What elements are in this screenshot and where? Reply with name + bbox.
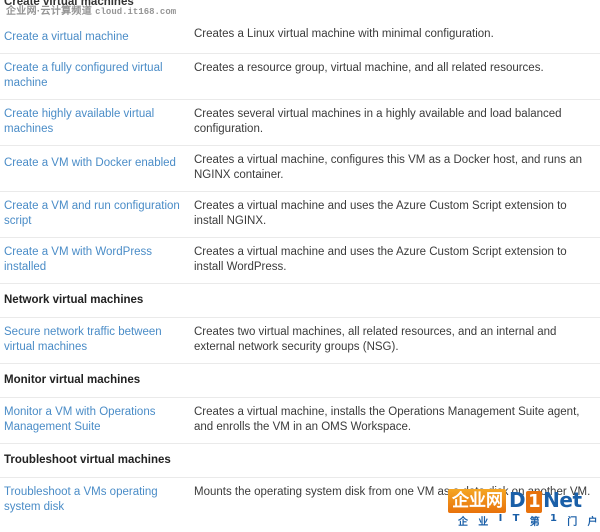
section-title: Troubleshoot virtual machines	[4, 454, 171, 466]
table-row: Monitor a VM with Operations Management …	[0, 397, 600, 444]
samples-table: Create a virtual machine Creates a Linux …	[0, 20, 600, 523]
sample-link-cell: Create a VM with Docker enabled	[0, 145, 190, 192]
sample-description: Creates a Linux virtual machine with min…	[194, 28, 494, 40]
sample-description: Creates several virtual machines in a hi…	[194, 108, 562, 135]
sample-link-cell: Create a virtual machine	[0, 20, 190, 54]
sample-description-cell: Creates a virtual machine and uses the A…	[190, 191, 600, 238]
sample-description: Creates two virtual machines, all relate…	[194, 326, 557, 353]
sample-link-cell: Secure network traffic between virtual m…	[0, 317, 190, 364]
section-header-cell: Troubleshoot virtual machines	[0, 443, 600, 478]
sample-description-cell: Mounts the operating system disk from on…	[190, 477, 600, 523]
top-watermark-label: 企业网·云计算频道	[6, 6, 93, 17]
table-row: Create a VM with WordPress installed Crea…	[0, 237, 600, 284]
clipped-section-heading: Create virtual machines	[4, 0, 134, 8]
sample-link[interactable]: Monitor a VM with Operations Management …	[4, 405, 182, 435]
section-header-row: Network virtual machines	[0, 283, 600, 318]
table-row: Create highly available virtual machines…	[0, 99, 600, 146]
sample-description-cell: Creates a resource group, virtual machin…	[190, 53, 600, 100]
sample-description: Creates a virtual machine and uses the A…	[194, 200, 567, 227]
section-title: Monitor virtual machines	[4, 374, 141, 386]
section-header-row: Monitor virtual machines	[0, 363, 600, 398]
sample-link[interactable]: Create a VM with WordPress installed	[4, 245, 182, 275]
sample-link-cell: Create highly available virtual machines	[0, 99, 190, 146]
sample-link-cell: Troubleshoot a VMs operating system disk	[0, 477, 190, 523]
sample-link[interactable]: Create a fully configured virtual machin…	[4, 61, 182, 91]
sample-link[interactable]: Create a VM and run configuration script	[4, 199, 182, 229]
sample-description-cell: Creates a virtual machine and uses the A…	[190, 237, 600, 284]
sample-link-cell: Create a VM and run configuration script	[0, 191, 190, 238]
documentation-table-page: Create virtual machines 企业网·云计算频道 cloud.…	[0, 0, 600, 532]
sample-description: Mounts the operating system disk from on…	[194, 486, 591, 498]
sample-link[interactable]: Create a VM with Docker enabled	[4, 156, 176, 171]
sample-description-cell: Creates a Linux virtual machine with min…	[190, 20, 600, 54]
section-title: Network virtual machines	[4, 294, 144, 306]
sample-description-cell: Creates two virtual machines, all relate…	[190, 317, 600, 364]
top-watermark-band: Create virtual machines 企业网·云计算频道 cloud.…	[0, 0, 600, 20]
sample-link-cell: Create a fully configured virtual machin…	[0, 53, 190, 100]
section-header-cell: Monitor virtual machines	[0, 363, 600, 398]
sample-description: Creates a virtual machine, installs the …	[194, 406, 580, 433]
table-row: Create a fully configured virtual machin…	[0, 53, 600, 100]
table-row: Create a VM and run configuration script…	[0, 191, 600, 238]
sample-description-cell: Creates several virtual machines in a hi…	[190, 99, 600, 146]
sample-link[interactable]: Create highly available virtual machines	[4, 107, 182, 137]
section-header-row: Troubleshoot virtual machines	[0, 443, 600, 478]
table-row: Create a virtual machine Creates a Linux …	[0, 20, 600, 54]
top-watermark-text: 企业网·云计算频道 cloud.it168.com	[6, 6, 176, 18]
sample-description: Creates a virtual machine, configures th…	[194, 154, 582, 181]
sample-description-cell: Creates a virtual machine, installs the …	[190, 397, 600, 444]
sample-description: Creates a virtual machine and uses the A…	[194, 246, 567, 273]
table-row: Create a VM with Docker enabled Creates a…	[0, 145, 600, 192]
sample-link[interactable]: Secure network traffic between virtual m…	[4, 325, 182, 355]
sample-link[interactable]: Troubleshoot a VMs operating system disk	[4, 485, 182, 515]
sample-link-cell: Create a VM with WordPress installed	[0, 237, 190, 284]
samples-table-body: Create a virtual machine Creates a Linux …	[0, 20, 600, 523]
table-row: Troubleshoot a VMs operating system disk…	[0, 477, 600, 523]
section-header-cell: Network virtual machines	[0, 283, 600, 318]
sample-description: Creates a resource group, virtual machin…	[194, 62, 544, 74]
sample-description-cell: Creates a virtual machine, configures th…	[190, 145, 600, 192]
top-watermark-url: cloud.it168.com	[95, 7, 177, 17]
table-row: Secure network traffic between virtual m…	[0, 317, 600, 364]
sample-link-cell: Monitor a VM with Operations Management …	[0, 397, 190, 444]
sample-link[interactable]: Create a virtual machine	[4, 30, 129, 45]
